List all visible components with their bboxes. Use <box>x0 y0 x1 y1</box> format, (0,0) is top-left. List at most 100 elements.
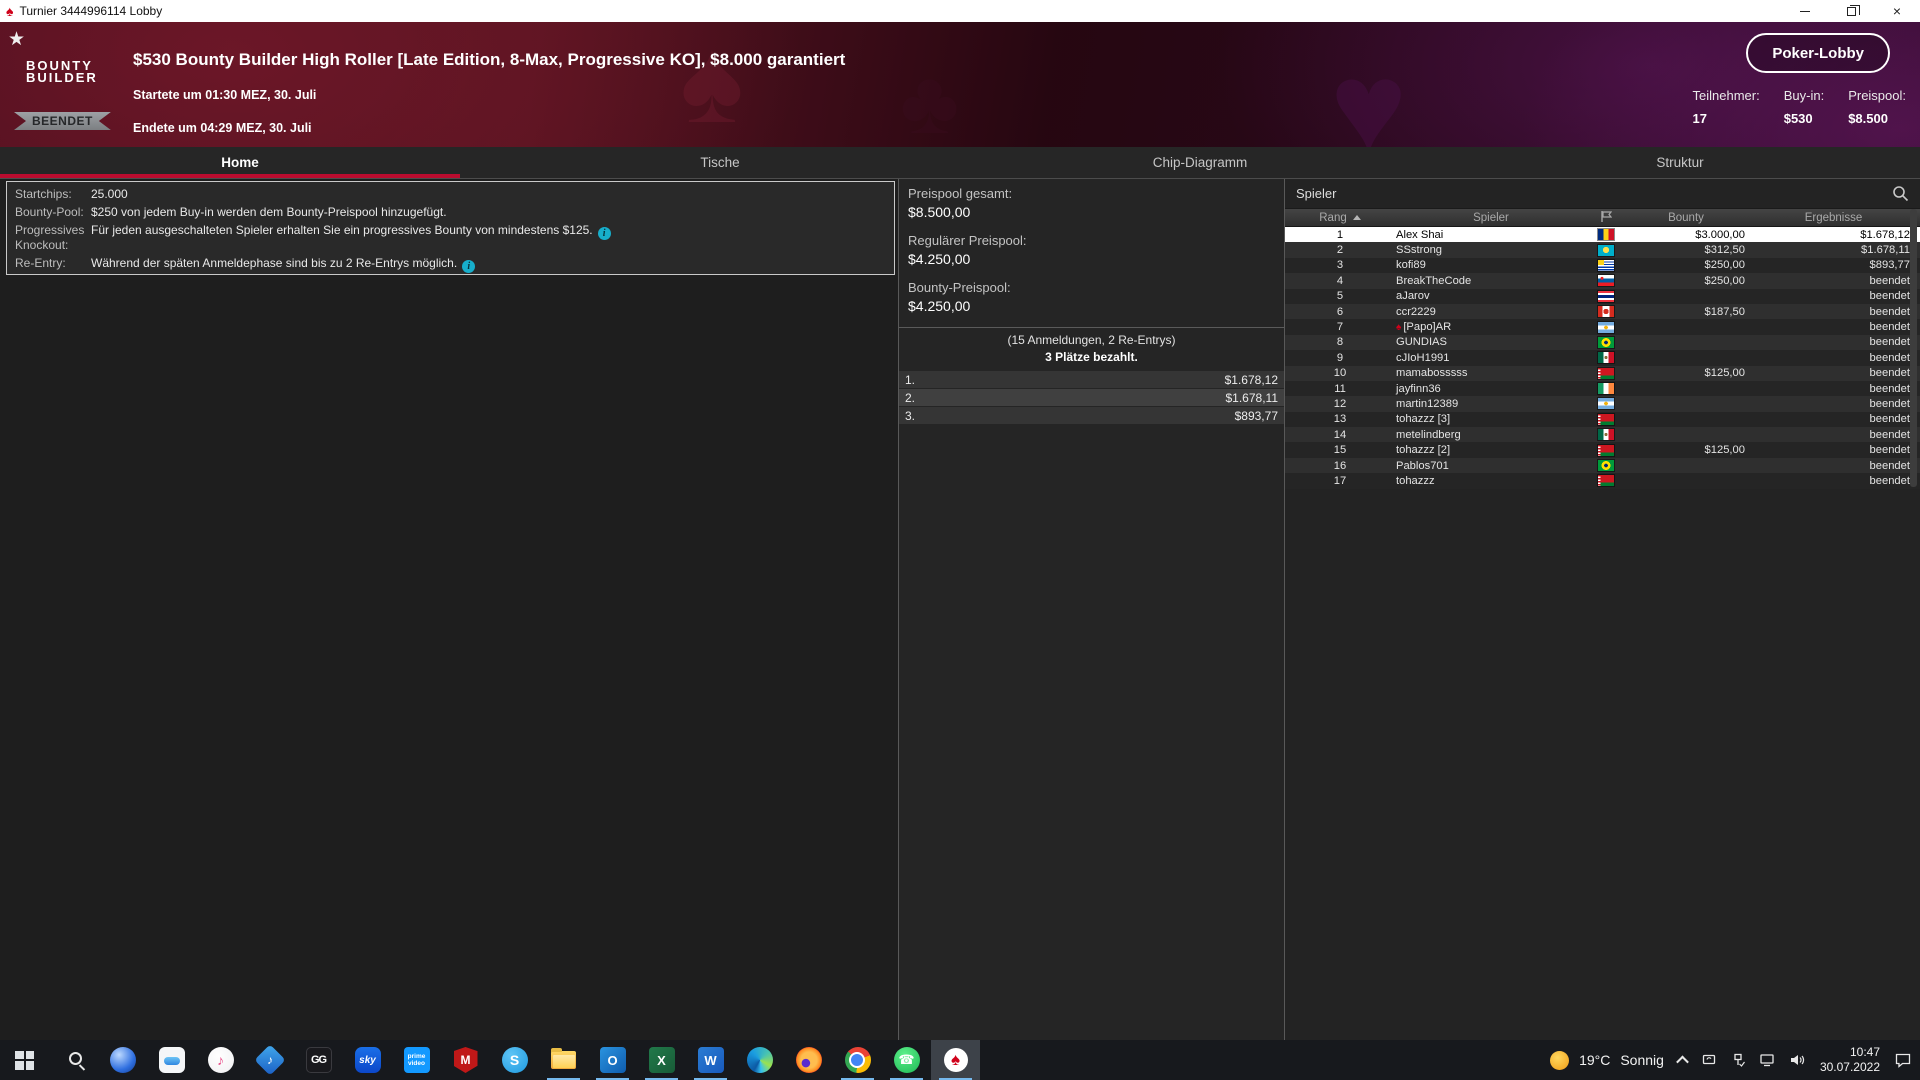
close-button[interactable]: × <box>1874 0 1920 22</box>
player-row[interactable]: 16 ♠Pablos701 beendet <box>1285 458 1920 473</box>
taskbar-icon-excel[interactable]: X <box>637 1040 686 1080</box>
teams-sync-icon[interactable] <box>1701 1053 1717 1067</box>
stat-label: Preispool: <box>1848 88 1906 103</box>
taskbar-icon-icloud[interactable] <box>147 1040 196 1080</box>
taskbar-icon-word[interactable]: W <box>686 1040 735 1080</box>
poker-lobby-button[interactable]: Poker-Lobby <box>1746 33 1890 73</box>
player-row[interactable]: 3 ♠kofi89 $250,00 $893,77 <box>1285 258 1920 273</box>
pokerstars-spade-icon: ♠ <box>6 4 13 18</box>
taskbar-icon-sky[interactable]: sky <box>343 1040 392 1080</box>
player-rank: 15 <box>1285 444 1395 456</box>
payout-list: 1. $1.678,12 2. $1.678,11 3. $893,77 <box>899 371 1284 424</box>
lobby-tab[interactable]: Home <box>0 147 480 178</box>
taskbar-icon-file-explorer[interactable] <box>539 1040 588 1080</box>
player-name: ♠martin12389 <box>1395 398 1587 410</box>
taskbar-icon-music-app[interactable]: ♪ <box>245 1040 294 1080</box>
taskbar-icon-itunes[interactable]: ♪ <box>196 1040 245 1080</box>
info-row-text-value: $250 von jedem Buy-in werden dem Bounty-… <box>91 205 447 219</box>
player-flag-cell <box>1587 460 1625 471</box>
restore-button[interactable] <box>1828 0 1874 22</box>
player-row[interactable]: 5 ♠aJarov beendet <box>1285 289 1920 304</box>
search-icon[interactable] <box>1892 185 1909 202</box>
taskbar-icon-blue-app[interactable] <box>98 1040 147 1080</box>
player-row[interactable]: 9 ♠cJIoH1991 beendet <box>1285 350 1920 365</box>
player-name-text: cJIoH1991 <box>1396 352 1450 364</box>
player-rank: 7 <box>1285 321 1395 333</box>
player-name-text: kofi89 <box>1396 259 1426 271</box>
lobby-tab[interactable]: Tische <box>480 147 960 178</box>
players-scrollbar[interactable] <box>1910 209 1917 487</box>
info-row-text-value: 25.000 <box>91 187 128 201</box>
player-name: ♠[Papo]AR <box>1395 321 1587 333</box>
player-flag-cell <box>1587 291 1625 302</box>
player-row[interactable]: 15 ♠tohazzz [2] $125,00 beendet <box>1285 442 1920 457</box>
info-row: Startchips: 25.000 <box>15 187 886 202</box>
close-icon: × <box>1893 4 1901 18</box>
info-icon[interactable] <box>598 227 611 240</box>
info-row: Progressives Knockout: Für jeden ausgesc… <box>15 223 886 253</box>
taskbar-icon-prime-video[interactable]: prime video <box>392 1040 441 1080</box>
player-rank: 8 <box>1285 336 1395 348</box>
player-row[interactable]: 1 ♠Alex Shai $3.000,00 $1.678,12 <box>1285 227 1920 242</box>
taskbar-icon-chrome[interactable] <box>833 1040 882 1080</box>
lobby-tab[interactable]: Chip-Diagramm <box>960 147 1440 178</box>
player-row[interactable]: 13 ♠tohazzz [3] beendet <box>1285 412 1920 427</box>
player-result: beendet <box>1747 475 1920 487</box>
info-row-text: Für jeden ausgeschalteten Spieler erhalt… <box>91 223 611 253</box>
weather-widget[interactable]: 19°C Sonnig <box>1550 1051 1664 1070</box>
player-rank: 12 <box>1285 398 1395 410</box>
taskbar-clock[interactable]: 10:47 30.07.2022 <box>1820 1045 1880 1075</box>
player-row[interactable]: 14 ♠metelindberg beendet <box>1285 427 1920 442</box>
player-rank: 13 <box>1285 413 1395 425</box>
player-row[interactable]: 12 ♠martin12389 beendet <box>1285 396 1920 411</box>
player-flag-cell <box>1587 260 1625 271</box>
taskbar-icon-skype[interactable]: S <box>490 1040 539 1080</box>
volume-icon[interactable] <box>1789 1053 1806 1067</box>
player-name: ♠ccr2229 <box>1395 306 1587 318</box>
country-flag-icon <box>1598 306 1614 317</box>
player-row[interactable]: 4 ♠BreakTheCode $250,00 beendet <box>1285 273 1920 288</box>
player-row[interactable]: 10 ♠mamabosssss $125,00 beendet <box>1285 366 1920 381</box>
column-header-flag[interactable] <box>1587 210 1625 226</box>
player-flag-cell <box>1587 445 1625 456</box>
taskbar-icon-pokerstars[interactable]: ♠ <box>931 1040 980 1080</box>
column-header-bounty[interactable]: Bounty <box>1625 212 1747 224</box>
player-row[interactable]: 17 ♠tohazzz beendet <box>1285 473 1920 488</box>
taskbar-icon-ggpoker[interactable]: GG <box>294 1040 343 1080</box>
favorite-star-icon[interactable]: ★ <box>8 28 25 51</box>
player-name-text: metelindberg <box>1396 429 1461 441</box>
player-result: beendet <box>1747 383 1920 395</box>
column-header-player[interactable]: Spieler <box>1395 212 1587 224</box>
player-name-text: [Papo]AR <box>1403 321 1451 333</box>
payout-place: 1. <box>905 373 915 387</box>
player-row[interactable]: 8 ♠GUNDIAS beendet <box>1285 335 1920 350</box>
taskbar-icon-firefox[interactable] <box>784 1040 833 1080</box>
column-header-rank[interactable]: Rang <box>1285 212 1395 224</box>
column-header-results[interactable]: Ergebnisse <box>1747 212 1920 224</box>
player-name-text: tohazzz [2] <box>1396 444 1450 456</box>
usb-device-icon[interactable] <box>1731 1053 1745 1068</box>
player-row[interactable]: 6 ♠ccr2229 $187,50 beendet <box>1285 304 1920 319</box>
taskbar-icon-whatsapp[interactable]: ☎ <box>882 1040 931 1080</box>
players-panel: Spieler Rang Spieler Bounty Ergebnisse 1… <box>1285 179 1920 1040</box>
taskbar-search-icon[interactable] <box>49 1040 98 1080</box>
info-row-label: Bounty-Pool: <box>15 205 91 220</box>
lobby-tab[interactable]: Struktur <box>1440 147 1920 178</box>
player-row[interactable]: 2 ♠SSstrong $312,50 $1.678,11 <box>1285 242 1920 257</box>
taskbar-start-button[interactable] <box>0 1040 49 1080</box>
player-rank: 11 <box>1285 383 1395 395</box>
minimize-button[interactable] <box>1782 0 1828 22</box>
player-bounty: $250,00 <box>1625 275 1747 287</box>
taskbar-icon-mcafee[interactable]: M <box>441 1040 490 1080</box>
country-flag-icon <box>1598 229 1614 240</box>
taskbar-icon-edge[interactable] <box>735 1040 784 1080</box>
player-row[interactable]: 11 ♠jayfinn36 beendet <box>1285 381 1920 396</box>
action-center-icon[interactable] <box>1894 1052 1912 1068</box>
taskbar-icon-outlook[interactable]: O <box>588 1040 637 1080</box>
tray-overflow-chevron-icon[interactable] <box>1676 1055 1689 1068</box>
player-row[interactable]: 7 ♠[Papo]AR beendet <box>1285 319 1920 334</box>
window-title: Turnier 3444996114 Lobby <box>19 4 162 18</box>
info-icon[interactable] <box>462 260 475 273</box>
player-rank: 10 <box>1285 367 1395 379</box>
network-icon[interactable] <box>1759 1053 1775 1067</box>
